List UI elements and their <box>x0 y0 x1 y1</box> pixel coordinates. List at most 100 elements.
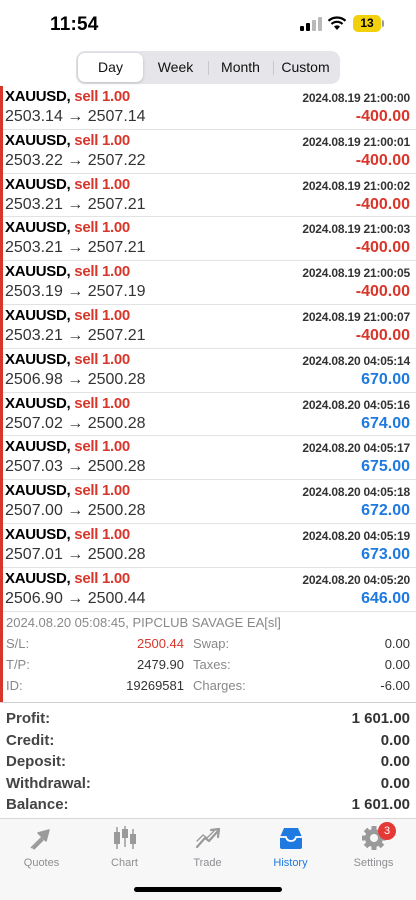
tab-history[interactable]: History <box>249 825 332 869</box>
trade-details[interactable]: 2024.08.20 05:08:45, PIPCLUB SAVAGE EA[s… <box>0 612 416 702</box>
trade-row[interactable]: XAUUSD, sell 1.00 2024.08.19 21:00:02 2503… <box>0 173 416 218</box>
tab-quotes-label: Quotes <box>23 857 60 869</box>
trade-symbol: XAUUSD, sell 1.00 <box>5 570 130 587</box>
trade-symbol: XAUUSD, sell 1.00 <box>5 88 130 105</box>
trade-time: 2024.08.20 04:05:14 <box>302 353 410 368</box>
taxes-value: 0.00 <box>384 657 410 672</box>
deposit-value: 0.00 <box>380 753 410 770</box>
status-bar: 11:54 13 <box>0 0 416 48</box>
symbol-text: XAUUSD, <box>5 219 71 237</box>
period-segmented-control: Day Week Month Custom <box>76 51 340 84</box>
trade-prices: 2506.98 → 2500.28 <box>5 370 146 388</box>
trade-symbol: XAUUSD, sell 1.00 <box>5 263 130 280</box>
cellular-signal-icon <box>300 17 322 31</box>
details-grid: S/L: 2500.44 Swap: 0.00 T/P: 2479.90 Tax… <box>6 636 410 699</box>
summary-credit: Credit: 0.00 <box>0 730 416 752</box>
trade-prices: 2503.21 → 2507.21 <box>5 195 146 213</box>
id-value: 19269581 <box>126 678 184 693</box>
trade-profit: -400.00 <box>355 108 410 125</box>
trade-symbol: XAUUSD, sell 1.00 <box>5 482 130 499</box>
wifi-icon <box>327 16 347 30</box>
trade-time: 2024.08.19 21:00:02 <box>302 178 410 193</box>
trade-symbol: XAUUSD, sell 1.00 <box>5 526 130 543</box>
tab-settings[interactable]: 3 Settings <box>332 822 415 869</box>
trade-icon <box>195 827 220 849</box>
trade-list: XAUUSD, sell 1.00 2024.08.19 21:00:00 2503… <box>0 86 416 612</box>
trade-time: 2024.08.20 04:05:16 <box>302 397 410 412</box>
trade-prices: 2507.03 → 2500.28 <box>5 458 146 476</box>
taxes-label: Taxes: <box>193 657 231 672</box>
credit-label: Credit: <box>6 731 55 749</box>
tab-trade[interactable]: Trade <box>166 825 249 869</box>
symbol-text: XAUUSD, <box>5 394 71 412</box>
trade-side: sell 1.00 <box>74 394 130 412</box>
trade-row[interactable]: XAUUSD, sell 1.00 2024.08.20 04:05:17 2507… <box>0 436 416 481</box>
symbol-text: XAUUSD, <box>5 350 71 368</box>
trade-profit: 646.00 <box>361 589 410 607</box>
trade-time: 2024.08.19 21:00:05 <box>302 266 410 281</box>
trade-side: sell 1.00 <box>74 263 130 281</box>
tab-custom[interactable]: Custom <box>273 53 338 82</box>
tab-day[interactable]: Day <box>78 53 143 82</box>
tab-week[interactable]: Week <box>143 53 208 82</box>
trade-prices: 2503.22 → 2507.22 <box>5 151 146 169</box>
trade-prices: 2503.19 → 2507.19 <box>5 283 146 301</box>
trade-side: sell 1.00 <box>74 350 130 368</box>
trade-profit: -400.00 <box>355 283 410 301</box>
symbol-text: XAUUSD, <box>5 306 71 324</box>
status-time: 11:54 <box>50 14 99 35</box>
battery-icon: 13 <box>353 15 381 32</box>
trade-row[interactable]: XAUUSD, sell 1.00 2024.08.19 21:00:05 2503… <box>0 261 416 305</box>
trade-row[interactable]: XAUUSD, sell 1.00 2024.08.19 21:00:03 2503… <box>0 217 416 262</box>
symbol-text: XAUUSD, <box>5 438 71 456</box>
trade-profit: -400.00 <box>355 151 410 169</box>
symbol-text: XAUUSD, <box>5 263 71 281</box>
trade-row[interactable]: XAUUSD, sell 1.00 2024.08.20 04:05:16 2507… <box>0 392 416 437</box>
trade-row[interactable]: XAUUSD, sell 1.00 2024.08.20 04:05:20 2506… <box>0 567 416 612</box>
trade-time: 2024.08.19 21:00:07 <box>302 309 410 324</box>
trade-symbol: XAUUSD, sell 1.00 <box>5 395 130 412</box>
trade-side: sell 1.00 <box>74 525 130 543</box>
tab-history-label: History <box>273 857 308 869</box>
tab-month[interactable]: Month <box>208 53 273 82</box>
charges-value: -6.00 <box>380 678 410 693</box>
swap-label: Swap: <box>193 636 230 651</box>
trade-profit: 670.00 <box>361 370 410 388</box>
symbol-text: XAUUSD, <box>5 569 71 587</box>
credit-value: 0.00 <box>380 731 410 749</box>
trade-symbol: XAUUSD, sell 1.00 <box>5 219 130 236</box>
trade-profit: -400.00 <box>355 326 410 344</box>
balance-value: 1 601.00 <box>351 796 410 813</box>
trade-row[interactable]: XAUUSD, sell 1.00 2024.08.20 04:05:14 2506… <box>0 348 416 393</box>
sl-label: S/L: <box>6 636 30 651</box>
symbol-text: XAUUSD, <box>5 482 71 500</box>
tab-quotes[interactable]: Quotes <box>0 825 83 869</box>
trade-time: 2024.08.20 04:05:19 <box>302 528 410 543</box>
summary-deposit: Deposit: 0.00 <box>0 751 416 773</box>
quotes-icon <box>29 829 50 850</box>
trade-prices: 2506.90 → 2500.44 <box>5 589 146 607</box>
withdrawal-value: 0.00 <box>380 774 410 792</box>
trade-side: sell 1.00 <box>74 175 130 193</box>
tab-chart[interactable]: Chart <box>83 825 166 869</box>
trade-row[interactable]: XAUUSD, sell 1.00 2024.08.19 21:00:01 2503… <box>0 129 416 174</box>
symbol-text: XAUUSD, <box>5 131 71 149</box>
deposit-label: Deposit: <box>6 753 66 770</box>
history-icon <box>279 828 302 849</box>
trade-symbol: XAUUSD, sell 1.00 <box>5 176 130 193</box>
trade-row[interactable]: XAUUSD, sell 1.00 2024.08.20 04:05:19 2507… <box>0 523 416 568</box>
trade-comment: 2024.08.20 05:08:45, PIPCLUB SAVAGE EA[s… <box>6 615 281 630</box>
trade-side: sell 1.00 <box>74 569 130 587</box>
charges-label: Charges: <box>193 678 246 693</box>
trade-side: sell 1.00 <box>74 88 130 105</box>
details-row-id: ID: 19269581 Charges: -6.00 <box>6 678 410 699</box>
trade-side: sell 1.00 <box>74 131 130 149</box>
trade-row[interactable]: XAUUSD, sell 1.00 2024.08.19 21:00:00 2503… <box>0 86 416 130</box>
trade-prices: 2503.14 → 2507.14 <box>5 108 146 125</box>
symbol-text: XAUUSD, <box>5 88 71 105</box>
trade-row[interactable]: XAUUSD, sell 1.00 2024.08.20 04:05:18 2507… <box>0 480 416 524</box>
withdrawal-label: Withdrawal: <box>6 774 91 792</box>
trade-row[interactable]: XAUUSD, sell 1.00 2024.08.19 21:00:07 2503… <box>0 304 416 349</box>
balance-label: Balance: <box>6 796 69 813</box>
details-row-sl: S/L: 2500.44 Swap: 0.00 <box>6 636 410 657</box>
